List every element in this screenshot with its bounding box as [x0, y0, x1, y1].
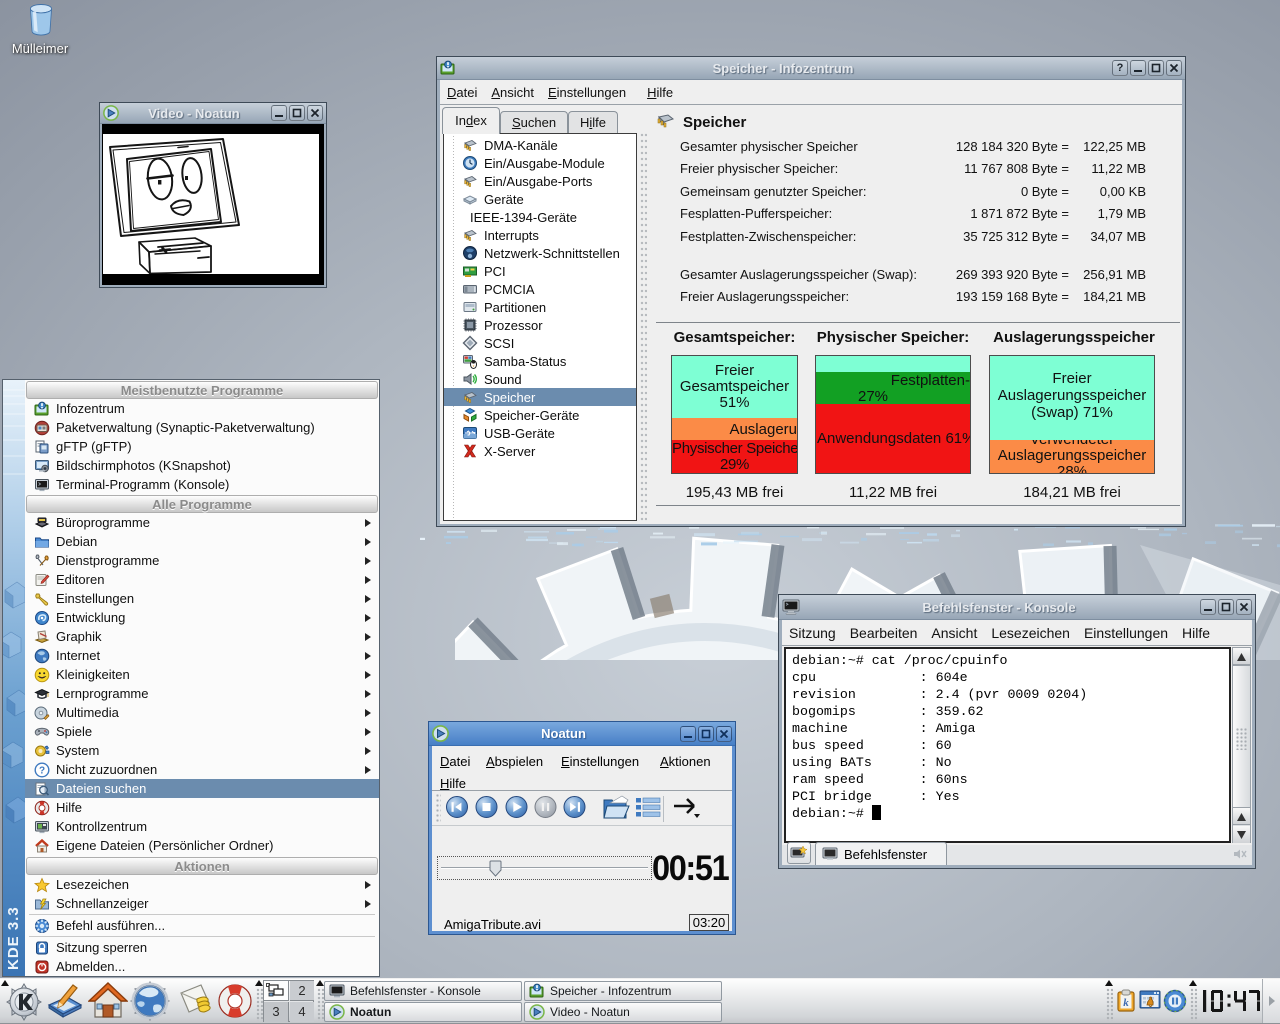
svg-text:?: ? [39, 765, 45, 776]
svg-text:k: k [1123, 997, 1129, 1009]
svg-text:KDE 3.3: KDE 3.3 [5, 906, 22, 970]
